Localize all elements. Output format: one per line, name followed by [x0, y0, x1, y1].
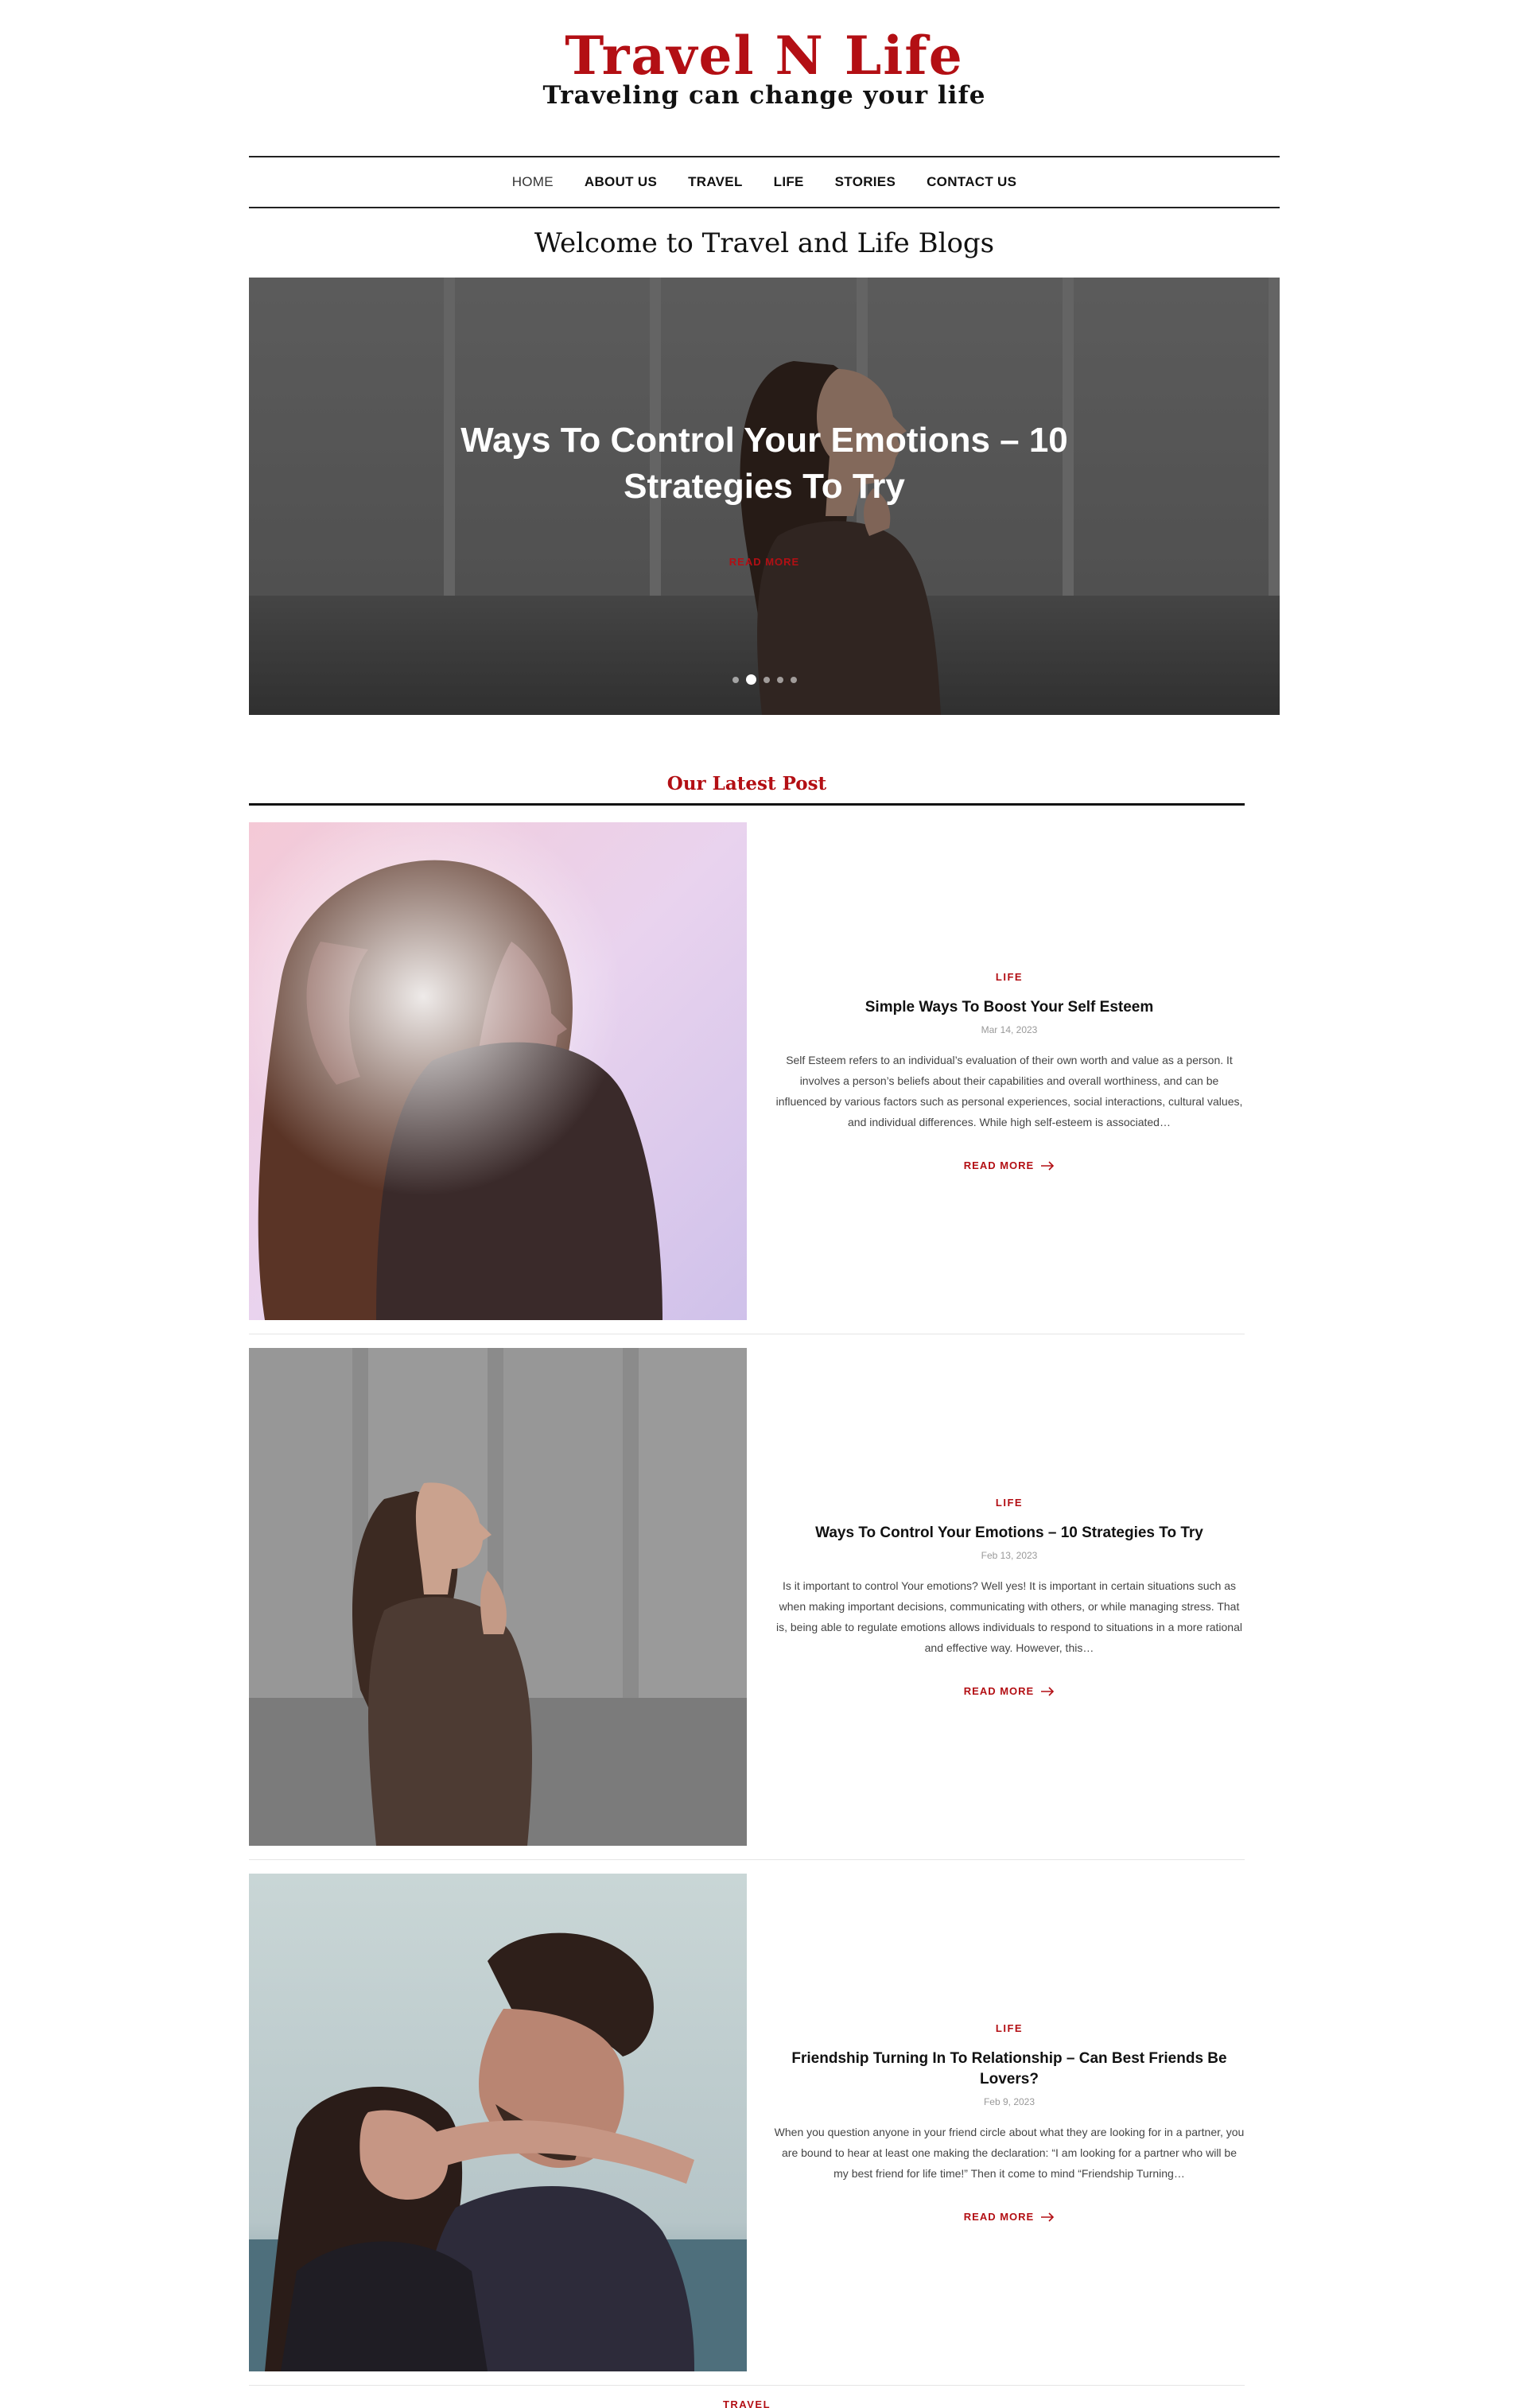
main-nav: HOME ABOUT US TRAVEL LIFE STORIES CONTAC… — [249, 156, 1280, 208]
slider-dot-4[interactable] — [776, 676, 783, 683]
post-title[interactable]: Friendship Turning In To Relationship – … — [774, 2049, 1245, 2090]
nav-item-about-us[interactable]: ABOUT US — [585, 174, 657, 190]
post-card: LIFE Friendship Turning In To Relationsh… — [249, 1874, 1245, 2371]
post-category[interactable]: LIFE — [996, 971, 1023, 983]
post-category[interactable]: LIFE — [996, 2022, 1023, 2034]
slider-dot-5[interactable] — [790, 676, 797, 683]
latest-posts-rule — [249, 803, 1245, 806]
welcome-heading: Welcome to Travel and Life Blogs — [534, 227, 995, 259]
post-date: Feb 9, 2023 — [983, 2096, 1035, 2107]
post-title[interactable]: Simple Ways To Boost Your Self Esteem — [865, 997, 1154, 1018]
arrow-right-icon — [1041, 1160, 1055, 1171]
post-thumbnail[interactable] — [249, 822, 747, 1320]
post-card: LIFE Ways To Control Your Emotions – 10 … — [249, 1348, 1245, 1846]
read-more-label: READ MORE — [963, 2211, 1035, 2223]
hero-slider[interactable]: Ways To Control Your Emotions – 10 Strat… — [249, 278, 1280, 715]
latest-posts-heading: Our Latest Post — [666, 773, 827, 794]
post-date: Feb 13, 2023 — [981, 1550, 1038, 1561]
post-excerpt: Self Esteem refers to an individual’s ev… — [775, 1054, 1243, 1128]
next-post-category[interactable]: TRAVEL — [249, 2398, 1245, 2408]
post-card: LIFE Simple Ways To Boost Your Self Este… — [249, 822, 1245, 1320]
post-category[interactable]: LIFE — [996, 1497, 1023, 1509]
read-more-link[interactable]: READ MORE — [964, 1159, 1055, 1171]
read-more-link[interactable]: READ MORE — [964, 2211, 1055, 2223]
post-divider — [249, 2385, 1245, 2386]
post-image-couple-embrace — [249, 1874, 747, 2371]
post-thumbnail[interactable] — [249, 1874, 747, 2371]
page: Travel N Life Traveling can change your … — [0, 0, 1527, 2408]
nav-item-stories[interactable]: STORIES — [835, 174, 896, 190]
nav-item-travel[interactable]: TRAVEL — [688, 174, 743, 190]
post-content: LIFE Simple Ways To Boost Your Self Este… — [774, 822, 1245, 1320]
post-date: Mar 14, 2023 — [981, 1024, 1038, 1035]
post-content: LIFE Friendship Turning In To Relationsh… — [774, 1874, 1245, 2371]
nav-item-contact-us[interactable]: CONTACT US — [927, 174, 1016, 190]
arrow-right-icon — [1041, 1686, 1055, 1696]
slider-dot-1[interactable] — [732, 676, 739, 683]
slider-dot-3[interactable] — [763, 676, 770, 683]
read-more-label: READ MORE — [963, 1685, 1035, 1697]
read-more-link[interactable]: READ MORE — [964, 1685, 1055, 1697]
post-title[interactable]: Ways To Control Your Emotions – 10 Strat… — [815, 1523, 1203, 1544]
post-image-woman-sunlight — [249, 822, 747, 1320]
post-excerpt: Is it important to control Your emotions… — [775, 1579, 1242, 1654]
nav-item-home[interactable]: HOME — [512, 174, 554, 190]
site-tagline: Traveling can change your life — [542, 81, 986, 110]
slider-dot-2[interactable] — [745, 674, 756, 685]
arrow-right-icon — [1041, 2212, 1055, 2222]
post-thumbnail[interactable] — [249, 1348, 747, 1846]
post-divider — [249, 1859, 1245, 1860]
hero-read-more-link[interactable]: READ MORE — [685, 556, 844, 568]
hero-slide-title[interactable]: Ways To Control Your Emotions – 10 Strat… — [446, 418, 1082, 510]
post-excerpt: When you question anyone in your friend … — [774, 2126, 1245, 2180]
read-more-label: READ MORE — [963, 1159, 1035, 1171]
nav-item-life[interactable]: LIFE — [774, 174, 804, 190]
post-image-woman-wall — [249, 1348, 747, 1846]
post-content: LIFE Ways To Control Your Emotions – 10 … — [774, 1348, 1245, 1846]
hero-slider-dots — [249, 674, 1280, 685]
